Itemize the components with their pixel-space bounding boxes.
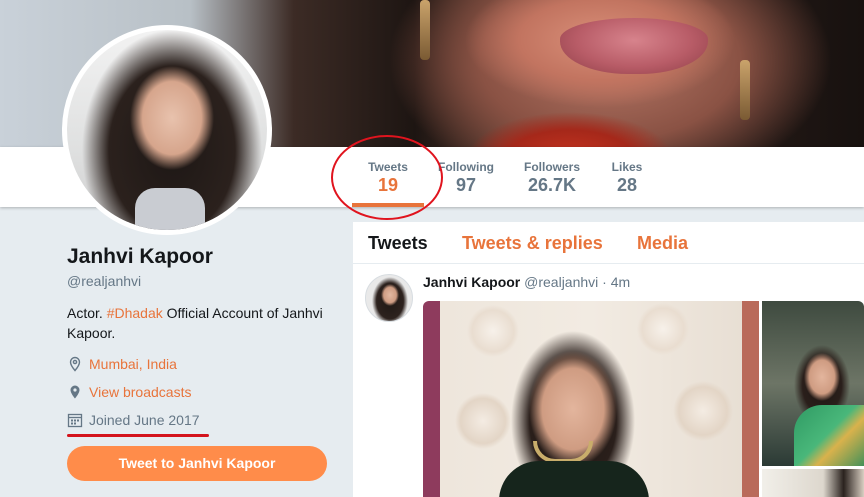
bio-text-prefix: Actor. <box>67 305 107 321</box>
stat-tweets[interactable]: Tweets 19 <box>352 147 424 207</box>
stat-tweets-label: Tweets <box>368 160 408 174</box>
stat-following-label: Following <box>438 160 494 174</box>
stat-followers[interactable]: Followers 26.7K <box>520 147 584 207</box>
tweet-photo-tertiary[interactable] <box>762 469 864 497</box>
profile-handle[interactable]: @realjanhvi <box>67 273 141 289</box>
stat-likes-label: Likes <box>611 160 643 174</box>
banner-photo-detail <box>560 18 708 74</box>
profile-broadcasts: View broadcasts <box>67 384 191 400</box>
stat-followers-label: Followers <box>523 160 580 174</box>
view-broadcasts-link[interactable]: View broadcasts <box>89 384 191 400</box>
tweet-header: Janhvi Kapoor @realjanhvi · 4m <box>423 274 630 290</box>
tweet-photo-secondary[interactable] <box>762 301 864 466</box>
timeline-tabs: Tweets Tweets & replies Media <box>353 222 864 264</box>
tweet-handle-time[interactable]: @realjanhvi · 4m <box>524 274 630 290</box>
tweet-author-name[interactable]: Janhvi Kapoor <box>423 274 520 290</box>
profile-joined: Joined June 2017 <box>67 412 200 428</box>
tweet-to-button[interactable]: Tweet to Janhvi Kapoor <box>67 446 327 481</box>
stat-likes-value: 28 <box>616 175 638 195</box>
joined-date-text: Joined June 2017 <box>89 412 200 428</box>
profile-bio: Actor. #Dhadak Official Account of Janhv… <box>67 303 342 343</box>
calendar-icon <box>67 412 83 428</box>
avatar-photo-detail <box>135 188 205 230</box>
location-link[interactable]: Mumbai, India <box>89 356 177 372</box>
joined-date-underline <box>67 434 209 437</box>
tweet-photo-main[interactable] <box>423 301 759 497</box>
photo-detail-dress <box>499 461 649 497</box>
banner-earring-right <box>740 60 750 120</box>
tab-media[interactable]: Media <box>637 233 688 254</box>
stat-following-value: 97 <box>455 175 477 195</box>
profile-avatar[interactable] <box>62 25 272 235</box>
tab-tweets[interactable]: Tweets <box>368 233 428 254</box>
bio-hashtag-link[interactable]: #Dhadak <box>107 305 163 321</box>
stat-likes[interactable]: Likes 28 <box>608 147 646 207</box>
tab-tweets-and-replies[interactable]: Tweets & replies <box>462 233 603 254</box>
stat-following[interactable]: Following 97 <box>436 147 496 207</box>
location-pin-icon <box>67 356 83 372</box>
stat-followers-value: 26.7K <box>527 175 577 195</box>
profile-location: Mumbai, India <box>67 356 177 372</box>
tweet-author-avatar[interactable] <box>365 274 413 322</box>
photo-detail-necklace <box>533 441 593 463</box>
photo-detail-saree <box>794 405 864 466</box>
broadcast-pin-icon <box>67 384 83 400</box>
profile-name[interactable]: Janhvi Kapoor <box>67 245 213 269</box>
stat-tweets-value: 19 <box>377 175 399 195</box>
banner-earring-left <box>420 0 430 60</box>
timeline-panel: Tweets Tweets & replies Media Janhvi Kap… <box>353 222 864 497</box>
